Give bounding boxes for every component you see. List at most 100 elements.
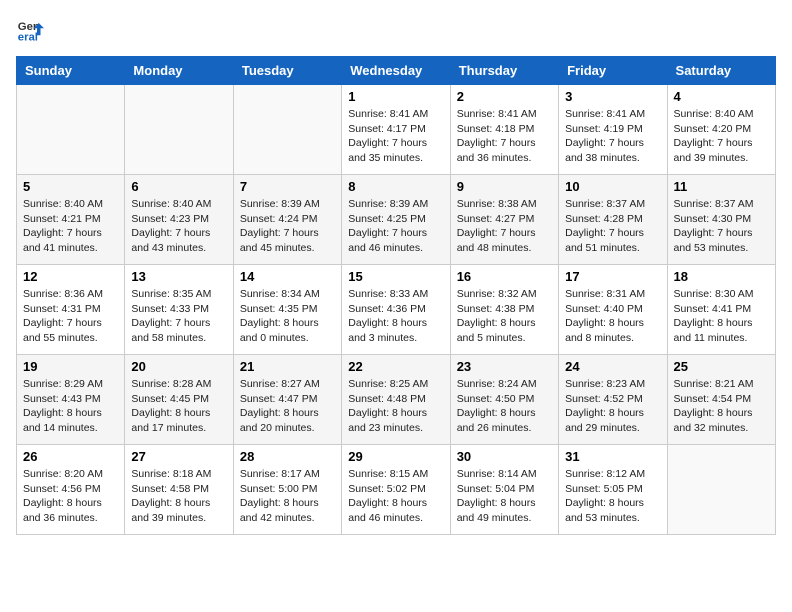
header-day-monday: Monday xyxy=(125,57,233,85)
calendar-week-3: 12Sunrise: 8:36 AMSunset: 4:31 PMDayligh… xyxy=(17,265,776,355)
cell-line: Sunset: 4:35 PM xyxy=(240,303,318,315)
cell-content: Sunrise: 8:25 AMSunset: 4:48 PMDaylight:… xyxy=(348,377,443,436)
calendar-cell: 16Sunrise: 8:32 AMSunset: 4:38 PMDayligh… xyxy=(450,265,558,355)
day-number: 30 xyxy=(457,449,552,464)
cell-line: Sunset: 5:04 PM xyxy=(457,483,535,495)
day-number: 29 xyxy=(348,449,443,464)
cell-line: and 23 minutes. xyxy=(348,422,423,434)
cell-content: Sunrise: 8:21 AMSunset: 4:54 PMDaylight:… xyxy=(674,377,769,436)
cell-line: and 41 minutes. xyxy=(23,242,98,254)
cell-content: Sunrise: 8:41 AMSunset: 4:17 PMDaylight:… xyxy=(348,107,443,166)
cell-content: Sunrise: 8:37 AMSunset: 4:28 PMDaylight:… xyxy=(565,197,660,256)
day-number: 11 xyxy=(674,179,769,194)
cell-line: Sunset: 4:21 PM xyxy=(23,213,101,225)
cell-content: Sunrise: 8:38 AMSunset: 4:27 PMDaylight:… xyxy=(457,197,552,256)
cell-line: Sunrise: 8:39 AM xyxy=(240,198,320,210)
cell-line: and 42 minutes. xyxy=(240,512,315,524)
cell-line: and 58 minutes. xyxy=(131,332,206,344)
cell-line: Sunset: 4:38 PM xyxy=(457,303,535,315)
cell-line: Sunrise: 8:14 AM xyxy=(457,468,537,480)
cell-content: Sunrise: 8:39 AMSunset: 4:25 PMDaylight:… xyxy=(348,197,443,256)
cell-line: Sunset: 4:27 PM xyxy=(457,213,535,225)
cell-line: and 46 minutes. xyxy=(348,512,423,524)
day-number: 2 xyxy=(457,89,552,104)
calendar-cell: 10Sunrise: 8:37 AMSunset: 4:28 PMDayligh… xyxy=(559,175,667,265)
cell-line: and 51 minutes. xyxy=(565,242,640,254)
cell-line: Sunrise: 8:40 AM xyxy=(674,108,754,120)
cell-line: Daylight: 8 hours xyxy=(23,497,102,509)
calendar-week-1: 1 Sunrise: 8:41 AMSunset: 4:17 PMDaylight… xyxy=(17,85,776,175)
cell-line: and 17 minutes. xyxy=(131,422,206,434)
calendar-cell: 26Sunrise: 8:20 AMSunset: 4:56 PMDayligh… xyxy=(17,445,125,535)
header-day-thursday: Thursday xyxy=(450,57,558,85)
cell-line: and 38 minutes. xyxy=(565,152,640,164)
cell-line: Sunset: 4:58 PM xyxy=(131,483,209,495)
cell-line: Sunrise: 8:24 AM xyxy=(457,378,537,390)
cell-line: and 36 minutes. xyxy=(457,152,532,164)
day-number: 25 xyxy=(674,359,769,374)
day-number: 27 xyxy=(131,449,226,464)
cell-line: Daylight: 7 hours xyxy=(565,227,644,239)
cell-content: Sunrise: 8:40 AMSunset: 4:20 PMDaylight:… xyxy=(674,107,769,166)
day-number: 13 xyxy=(131,269,226,284)
logo-icon: Gen eral xyxy=(16,16,44,44)
calendar-cell xyxy=(667,445,775,535)
cell-line: and 3 minutes. xyxy=(348,332,417,344)
cell-line: and 39 minutes. xyxy=(674,152,749,164)
cell-line: and 35 minutes. xyxy=(348,152,423,164)
day-number: 8 xyxy=(348,179,443,194)
cell-line: and 29 minutes. xyxy=(565,422,640,434)
cell-content: Sunrise: 8:35 AMSunset: 4:33 PMDaylight:… xyxy=(131,287,226,346)
calendar-cell: 15 Sunrise: 8:33 AMSunset: 4:36 PMDayligh… xyxy=(342,265,450,355)
day-number: 23 xyxy=(457,359,552,374)
calendar-cell: 21Sunrise: 8:27 AMSunset: 4:47 PMDayligh… xyxy=(233,355,341,445)
cell-line: and 36 minutes. xyxy=(23,512,98,524)
cell-line: Sunrise: 8:15 AM xyxy=(348,468,428,480)
cell-content: Sunrise: 8:15 AMSunset: 5:02 PMDaylight:… xyxy=(348,467,443,526)
calendar-cell: 8 Sunrise: 8:39 AMSunset: 4:25 PMDaylight… xyxy=(342,175,450,265)
calendar-cell: 24Sunrise: 8:23 AMSunset: 4:52 PMDayligh… xyxy=(559,355,667,445)
calendar-cell: 6Sunrise: 8:40 AMSunset: 4:23 PMDaylight… xyxy=(125,175,233,265)
calendar-cell: 18Sunrise: 8:30 AMSunset: 4:41 PMDayligh… xyxy=(667,265,775,355)
day-number: 15 xyxy=(348,269,443,284)
cell-line: and 5 minutes. xyxy=(457,332,526,344)
cell-line: Sunrise: 8:40 AM xyxy=(23,198,103,210)
cell-line: Sunset: 4:52 PM xyxy=(565,393,643,405)
cell-line: Daylight: 8 hours xyxy=(457,497,536,509)
cell-line: and 0 minutes. xyxy=(240,332,309,344)
calendar-week-2: 5Sunrise: 8:40 AMSunset: 4:21 PMDaylight… xyxy=(17,175,776,265)
calendar-cell: 2Sunrise: 8:41 AMSunset: 4:18 PMDaylight… xyxy=(450,85,558,175)
cell-line: and 11 minutes. xyxy=(674,332,748,344)
day-number: 4 xyxy=(674,89,769,104)
cell-line: Sunset: 4:28 PM xyxy=(565,213,643,225)
cell-line: Daylight: 8 hours xyxy=(565,407,644,419)
cell-line: Sunrise: 8:18 AM xyxy=(131,468,211,480)
day-number: 1 xyxy=(348,89,443,104)
cell-line: and 46 minutes. xyxy=(348,242,423,254)
cell-content: Sunrise: 8:36 AMSunset: 4:31 PMDaylight:… xyxy=(23,287,118,346)
cell-line: Daylight: 7 hours xyxy=(131,227,210,239)
cell-line: Daylight: 8 hours xyxy=(348,317,427,329)
cell-line: Sunrise: 8:39 AM xyxy=(348,198,428,210)
cell-line: Sunset: 4:17 PM xyxy=(348,123,426,135)
cell-content: Sunrise: 8:33 AMSunset: 4:36 PMDaylight:… xyxy=(348,287,443,346)
cell-line: and 43 minutes. xyxy=(131,242,206,254)
cell-content: Sunrise: 8:14 AM Sunset: 5:04 PM Daylight:… xyxy=(457,467,552,526)
cell-line: and 48 minutes. xyxy=(457,242,532,254)
cell-line: Sunset: 4:43 PM xyxy=(23,393,101,405)
cell-line: Sunrise: 8:28 AM xyxy=(131,378,211,390)
cell-content: Sunrise: 8:39 AMSunset: 4:24 PMDaylight:… xyxy=(240,197,335,256)
cell-line: Sunset: 4:24 PM xyxy=(240,213,318,225)
day-number: 20 xyxy=(131,359,226,374)
cell-content: Sunrise: 8:32 AMSunset: 4:38 PMDaylight:… xyxy=(457,287,552,346)
header-day-wednesday: Wednesday xyxy=(342,57,450,85)
calendar-cell: 13 Sunrise: 8:35 AMSunset: 4:33 PMDayligh… xyxy=(125,265,233,355)
cell-line: Sunset: 4:54 PM xyxy=(674,393,752,405)
calendar-cell: 11 Sunrise: 8:37 AMSunset: 4:30 PMDayligh… xyxy=(667,175,775,265)
calendar-cell: 1 Sunrise: 8:41 AMSunset: 4:17 PMDaylight… xyxy=(342,85,450,175)
cell-line: Daylight: 8 hours xyxy=(674,407,753,419)
cell-line: Daylight: 8 hours xyxy=(565,317,644,329)
cell-content: Sunrise: 8:37 AMSunset: 4:30 PMDaylight:… xyxy=(674,197,769,256)
cell-line: Sunrise: 8:34 AM xyxy=(240,288,320,300)
cell-line: Sunset: 5:00 PM xyxy=(240,483,318,495)
